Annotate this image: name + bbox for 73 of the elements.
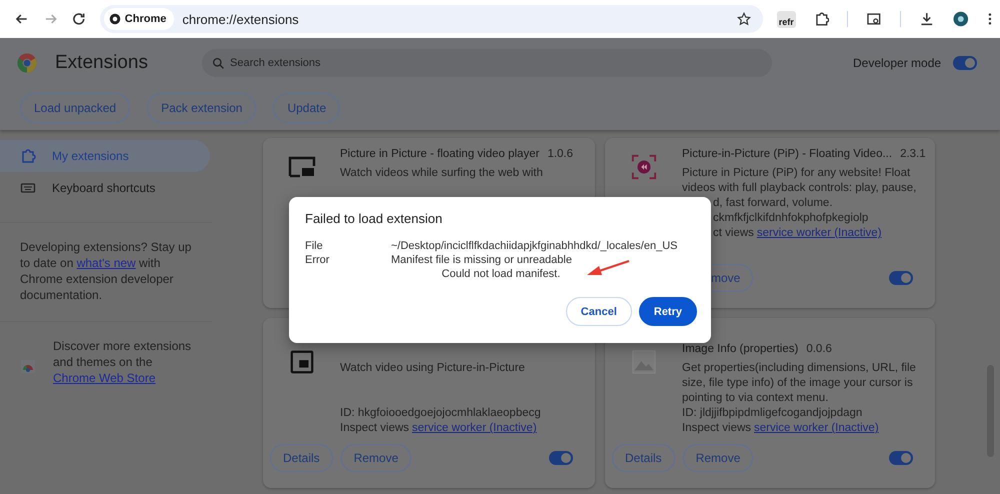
developer-mode-label: Developer mode (853, 56, 942, 70)
picture-in-picture-icon (288, 154, 316, 180)
web-store-note: Discover more extensions and themes on the Chrome Web Store (53, 338, 192, 386)
sidebar-item[interactable]: Keyboard shortcuts (0, 172, 210, 204)
extension-name: Picture-in-Picture (PiP) - Floating Video... (682, 148, 892, 162)
card-button[interactable]: Details (612, 444, 675, 472)
extension-version: 1.0.6 (547, 148, 574, 162)
whats-new-link[interactable]: what's new (76, 256, 136, 270)
menu-icon[interactable] (988, 12, 992, 26)
sidebar-label: My extensions (52, 149, 129, 163)
dialog-button[interactable]: Cancel (566, 297, 632, 326)
service-worker-link[interactable]: service worker (Inactive) (756, 227, 882, 239)
inspect-views-label: Inspect views (682, 422, 752, 434)
chrome-logo-icon (17, 53, 37, 73)
dialog-button[interactable]: Retry (638, 297, 697, 326)
description-line: d, fast forward, volume. (712, 196, 834, 211)
service-worker-link[interactable]: service worker (Inactive) (754, 422, 879, 434)
extension-version: 0.0.6 (806, 343, 832, 357)
enable-toggle[interactable] (889, 451, 913, 465)
service-worker-link[interactable]: service worker (Inactive) (412, 422, 537, 434)
error-message: Could not load manifest. (442, 268, 560, 280)
page-search-icon[interactable] (866, 11, 882, 27)
developer-mode-toggle[interactable] (953, 56, 978, 70)
extension-id: ID: jldjjifbpipdmligefcogandjojpdagn (682, 406, 864, 421)
description-line: Picture in Picture (PiP) for any website! Float (682, 166, 912, 181)
inspect-views-label: Inspect views (340, 422, 410, 434)
url-text: chrome://extensions (182, 12, 300, 26)
web-store-icon (20, 358, 36, 374)
address-bar[interactable]: Chrome chrome://extensions (100, 5, 763, 33)
site-chip[interactable]: Chrome (104, 8, 174, 30)
field-label: Error (305, 254, 330, 266)
extension-id: ID: hkgfoiooedgoejojocmhlaklaeopbecg (340, 406, 542, 421)
description-line: Watch video using Picture-in-Picture (340, 361, 526, 376)
description-line: pointing to via context menu. (682, 391, 830, 406)
search-field[interactable]: Search extensions (202, 49, 772, 77)
reload-icon[interactable] (71, 11, 87, 27)
picture-in-picture-icon (288, 349, 316, 375)
enable-toggle[interactable] (889, 271, 913, 285)
extension-name: Image Info (properties) (682, 343, 798, 357)
inspect-views-label: ct views (713, 227, 754, 239)
sidebar-label: Keyboard shortcuts (52, 181, 156, 195)
card-button[interactable]: Remove (340, 444, 412, 472)
description-line: ckmfkfjclkifdnhfokphofpkegiolp (712, 211, 870, 226)
toolbar-button[interactable]: Pack extension (147, 93, 256, 123)
sidebar-item[interactable]: My extensions (0, 140, 210, 172)
web-store-link[interactable]: Chrome Web Store (53, 371, 156, 385)
dialog-title: Failed to load extension (305, 211, 444, 226)
card-button[interactable]: Details (270, 444, 333, 472)
puzzle-icon[interactable] (814, 11, 830, 27)
extension-name: Picture in Picture - floating video player (340, 148, 540, 162)
enable-toggle[interactable] (549, 451, 573, 465)
star-icon[interactable] (736, 12, 751, 26)
field-value: ~/Desktop/inciclflfkdachiidapjkfginabhhdkd/_locales/en_US (391, 240, 678, 252)
chrome-logo-icon (108, 13, 121, 25)
toolbar-button[interactable]: Load unpacked (20, 93, 130, 123)
description-line: Get properties(including dimensions, URL, file (682, 361, 917, 376)
download-icon[interactable] (918, 11, 934, 27)
extension-version: 2.3.1 (900, 148, 926, 162)
field-value: Manifest file is missing or unreadable (391, 254, 573, 266)
puzzle-icon (20, 148, 36, 164)
toolbar-button[interactable]: Update (273, 93, 340, 123)
description-line: size, file type info) of the image your cursor is (682, 376, 914, 391)
image-icon (630, 349, 658, 375)
field-label: File (305, 240, 324, 252)
card-button[interactable]: Remove (682, 444, 754, 472)
extension-badge[interactable]: refr (776, 10, 796, 28)
avatar-icon[interactable] (952, 11, 968, 27)
description-line: videos with full playback controls: play, pause, (682, 181, 918, 196)
search-icon (212, 57, 225, 70)
description-line: Watch videos while surfing the web with (340, 166, 544, 181)
rewind-badge-icon (630, 154, 658, 180)
developer-note: Developing extensions? Stay up to date on what's new with Chrome extension developer documentation. (20, 239, 192, 303)
page-title: Extensions (55, 52, 149, 74)
